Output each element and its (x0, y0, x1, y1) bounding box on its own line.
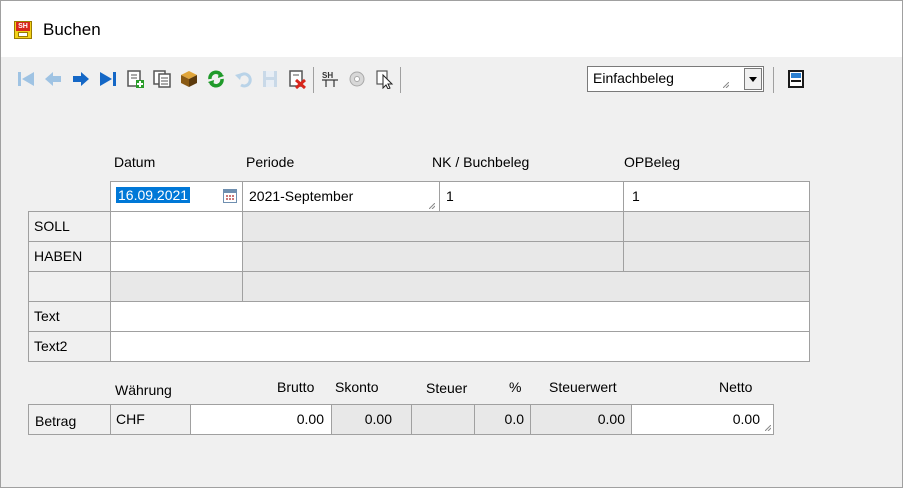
pointer-document-icon[interactable] (373, 68, 395, 90)
steuer-header: Steuer (426, 380, 468, 396)
haben-row-label: HABEN (28, 241, 111, 272)
empty-row-label (28, 271, 111, 302)
text-label: Text (34, 308, 60, 324)
text2-label: Text2 (34, 338, 68, 354)
save-icon[interactable] (259, 68, 281, 90)
waehrung-header: Währung (115, 382, 172, 398)
soll-description (242, 211, 624, 242)
copy-record-icon[interactable] (151, 68, 173, 90)
previous-record-icon[interactable] (42, 68, 64, 90)
haben-extra (623, 241, 810, 272)
nk-buchbeleg-value: 1 (446, 188, 454, 204)
currency-value: CHF (116, 411, 145, 427)
beleg-type-select[interactable]: Einfachbeleg (587, 66, 764, 92)
percent-field: 0.0 (474, 404, 531, 435)
nk-buchbeleg-header: NK / Buchbeleg (432, 154, 530, 170)
resize-grip-icon (765, 425, 771, 431)
disc-icon[interactable] (346, 68, 368, 90)
resize-grip-icon (723, 82, 729, 88)
refresh-icon[interactable] (205, 68, 227, 90)
app-logo-text: SH (16, 22, 30, 31)
nk-buchbeleg-field[interactable]: 1 (439, 181, 624, 212)
text-row-label: Text (28, 301, 111, 332)
soll-label: SOLL (34, 218, 70, 234)
logo-toolbar-icon[interactable]: SH (319, 68, 341, 90)
skonto-header: Skonto (335, 379, 379, 395)
opbeleg-value: 1 (632, 188, 640, 204)
window-title: Buchen (43, 20, 101, 39)
beleg-type-value: Einfachbeleg (593, 70, 674, 86)
periode-select[interactable]: 2021-September (242, 181, 440, 212)
datum-header: Datum (114, 154, 156, 170)
next-record-icon[interactable] (70, 68, 92, 90)
percent-value: 0.0 (504, 411, 524, 427)
text2-field[interactable] (110, 331, 810, 362)
currency-field: CHF (110, 404, 191, 435)
netto-value: 0.00 (732, 411, 760, 427)
app-logo-icon: SH (14, 21, 32, 39)
periode-header: Periode (246, 154, 295, 170)
haben-description (242, 241, 624, 272)
layout-icon[interactable] (785, 68, 807, 90)
chevron-down-icon[interactable] (744, 68, 762, 90)
text-field[interactable] (110, 301, 810, 332)
steuer-field (411, 404, 475, 435)
opbeleg-header: OPBeleg (624, 154, 681, 170)
haben-account-field[interactable] (110, 241, 243, 272)
skonto-field: 0.00 (331, 404, 412, 435)
soll-account-field[interactable] (110, 211, 243, 242)
percent-header: % (509, 379, 522, 395)
datum-field[interactable]: 16.09.2021 (110, 181, 243, 212)
booking-window: SH Buchen SH Einfachbeleg Datum Periode … (0, 0, 903, 488)
resize-grip-icon (429, 203, 435, 209)
opbeleg-field[interactable]: 1 (623, 181, 810, 212)
package-icon[interactable] (178, 68, 200, 90)
brutto-field[interactable]: 0.00 (190, 404, 332, 435)
betrag-label: Betrag (35, 413, 77, 429)
undo-icon[interactable] (232, 68, 254, 90)
betrag-row-label: Betrag (28, 404, 111, 435)
empty-row-description (242, 271, 810, 302)
brutto-value: 0.00 (296, 411, 324, 427)
empty-row-field (110, 271, 243, 302)
svg-text:SH: SH (322, 71, 333, 80)
periode-value: 2021-September (249, 188, 354, 204)
datum-value: 16.09.2021 (116, 187, 191, 203)
soll-row-label: SOLL (28, 211, 111, 242)
delete-icon[interactable] (286, 68, 308, 90)
skonto-value: 0.00 (364, 411, 392, 427)
steuerwert-value: 0.00 (597, 411, 625, 427)
netto-header: Netto (719, 379, 753, 395)
haben-label: HABEN (34, 248, 83, 264)
steuerwert-field: 0.00 (530, 404, 632, 435)
steuerwert-header: Steuerwert (549, 379, 617, 395)
new-record-icon[interactable] (124, 68, 146, 90)
netto-field[interactable]: 0.00 (631, 404, 774, 435)
calendar-icon[interactable] (223, 189, 237, 203)
brutto-header: Brutto (277, 379, 315, 395)
title-bar: SH Buchen (1, 1, 902, 57)
text2-row-label: Text2 (28, 331, 111, 362)
first-record-icon[interactable] (15, 68, 37, 90)
last-record-icon[interactable] (97, 68, 119, 90)
soll-extra (623, 211, 810, 242)
